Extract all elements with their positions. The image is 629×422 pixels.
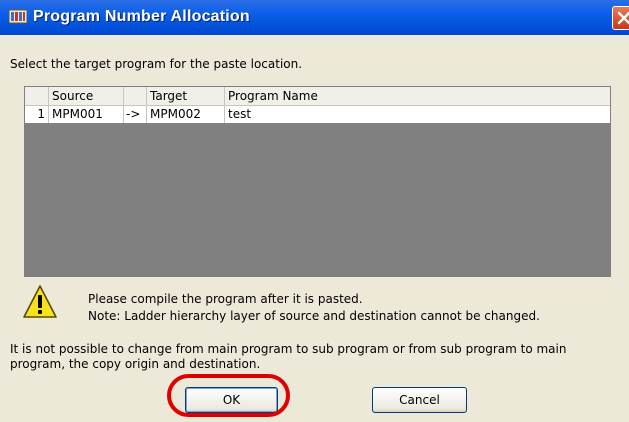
instruction-text: Select the target program for the paste …	[10, 57, 303, 71]
cancel-button[interactable]: Cancel	[372, 387, 467, 413]
title-bar: Program Number Allocation	[0, 0, 629, 35]
close-icon	[617, 11, 629, 25]
header-index	[25, 87, 49, 105]
header-program-name[interactable]: Program Name	[225, 87, 610, 105]
header-arrow	[124, 87, 147, 105]
row-target[interactable]: MPM002	[147, 106, 225, 123]
row-index: 1	[25, 106, 49, 123]
app-icon	[9, 9, 27, 24]
row-source: MPM001	[49, 106, 124, 123]
table-header: Source Target Program Name	[25, 87, 610, 106]
header-target[interactable]: Target	[147, 87, 225, 105]
warning-icon	[23, 285, 57, 318]
program-allocation-table[interactable]: Source Target Program Name 1 MPM001 -> M…	[24, 86, 611, 277]
table-row[interactable]: 1 MPM001 -> MPM002 test	[25, 106, 610, 123]
row-arrow: ->	[124, 106, 147, 123]
warning-line-1: Please compile the program after it is p…	[88, 292, 363, 306]
row-program-name: test	[228, 107, 252, 121]
header-source[interactable]: Source	[49, 87, 124, 105]
ok-button[interactable]: OK	[185, 387, 278, 413]
info-line-2: program, the copy origin and destination…	[10, 357, 261, 371]
info-line-1: It is not possible to change from main p…	[10, 342, 567, 356]
warning-line-2: Note: Ladder hierarchy layer of source a…	[88, 309, 540, 323]
window-title: Program Number Allocation	[33, 8, 250, 25]
close-button[interactable]	[612, 6, 629, 30]
